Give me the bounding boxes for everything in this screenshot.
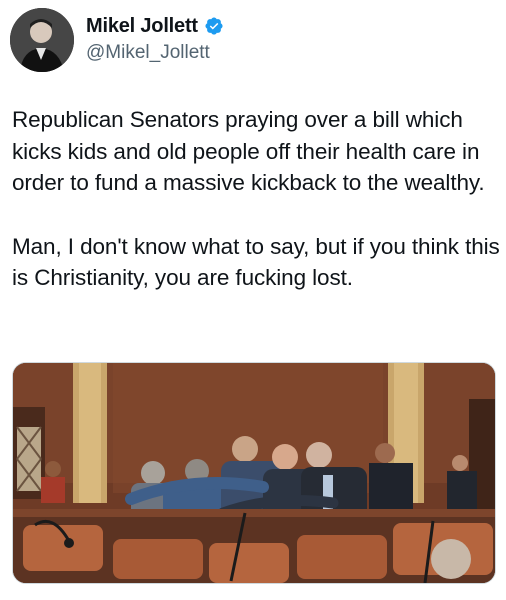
- senate-chamber-photo-icon: [13, 363, 495, 583]
- display-name[interactable]: Mikel Jollett: [86, 15, 198, 38]
- tweet-header: Mikel Jollett @Mikel_Jollett: [10, 8, 490, 74]
- handle[interactable]: @Mikel_Jollett: [86, 42, 224, 64]
- tweet-photo[interactable]: [12, 362, 496, 584]
- verified-badge-icon: [204, 16, 224, 36]
- tweet-paragraph-1: Republican Senators praying over a bill …: [12, 107, 485, 195]
- avatar-photo-icon: [10, 8, 74, 72]
- tweet-text: Republican Senators praying over a bill …: [12, 104, 500, 294]
- author-names: Mikel Jollett @Mikel_Jollett: [86, 14, 224, 64]
- avatar[interactable]: [10, 8, 74, 72]
- tweet-paragraph-2: Man, I don't know what to say, but if yo…: [12, 233, 500, 291]
